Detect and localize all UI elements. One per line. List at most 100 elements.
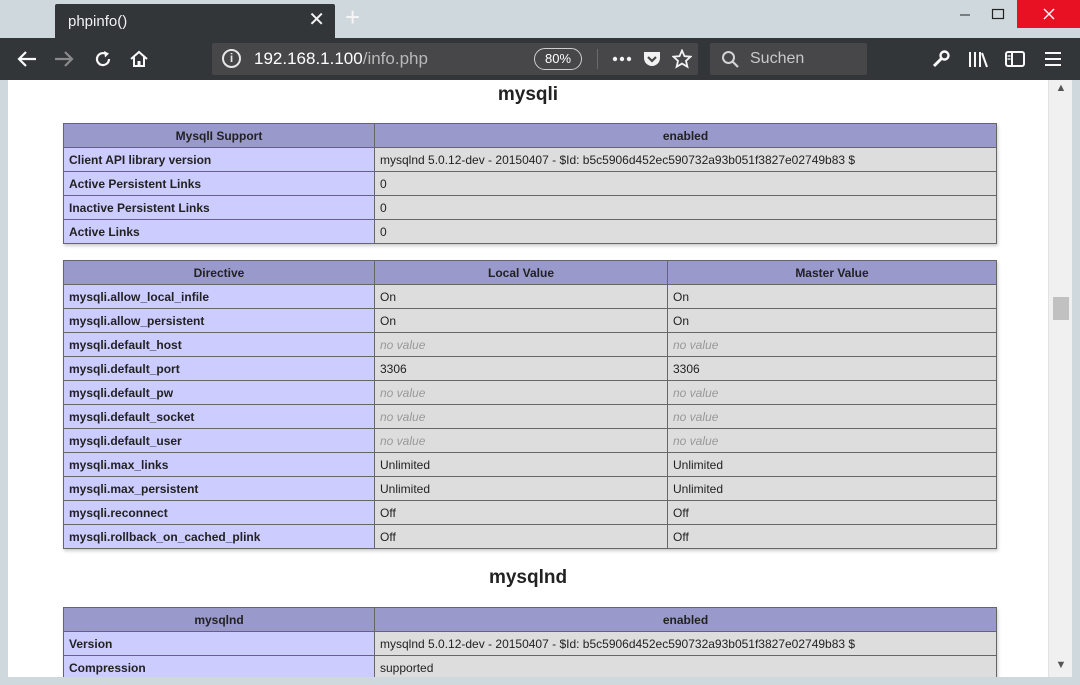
row-label: mysqli.default_host	[63, 332, 375, 357]
url-separator	[597, 49, 598, 69]
table-row: mysqli.rollback_on_cached_plink Off Off	[63, 524, 997, 549]
zoom-indicator[interactable]: 80%	[534, 48, 582, 70]
header-cell: MysqlI Support	[63, 123, 375, 148]
wrench-button[interactable]	[927, 38, 955, 80]
pocket-icon[interactable]	[640, 43, 664, 75]
section-title-mysqlnd: mysqlnd	[488, 567, 568, 588]
row-value: On	[667, 284, 997, 309]
home-button[interactable]	[122, 38, 156, 80]
header-cell: Local Value	[374, 260, 668, 285]
row-label: mysqli.rollback_on_cached_plink	[63, 524, 375, 549]
menu-button[interactable]	[1039, 38, 1067, 80]
row-value: Off	[374, 524, 668, 549]
url-path: /info.php	[362, 49, 428, 68]
header-cell: mysqlnd	[63, 607, 375, 632]
table-row: Version mysqlnd 5.0.12-dev - 20150407 - $…	[63, 631, 997, 656]
back-icon	[17, 51, 36, 67]
row-value: no value	[667, 332, 997, 357]
row-value: Off	[667, 524, 997, 549]
minimize-icon	[960, 14, 970, 16]
window-border-bottom	[0, 677, 1080, 685]
row-label: Inactive Persistent Links	[63, 195, 375, 220]
row-label: Active Links	[63, 219, 375, 244]
row-value: Off	[667, 500, 997, 525]
row-value: no value	[374, 404, 668, 429]
row-value: 3306	[667, 356, 997, 381]
row-label: mysqli.max_persistent	[63, 476, 375, 501]
table-row: Compression supported	[63, 655, 997, 677]
table-row: Active Links 0	[63, 219, 997, 244]
maximize-button[interactable]	[975, 0, 1021, 28]
table-row: mysqli.allow_local_infile On On	[63, 284, 997, 309]
sidebar-icon	[1005, 51, 1025, 67]
table-row: mysqli.allow_persistent On On	[63, 308, 997, 333]
table-row: mysqli.max_links Unlimited Unlimited	[63, 452, 997, 477]
new-tab-icon[interactable]: +	[345, 4, 360, 30]
row-value: On	[667, 308, 997, 333]
table-row: mysqli.default_pw no value no value	[63, 380, 997, 405]
mysqlnd-table: mysqlnd enabled Version mysqlnd 5.0.12-de…	[63, 607, 997, 677]
mysqli-support-table: MysqlI Support enabled Client API librar…	[63, 123, 997, 244]
table-row: mysqli.default_host no value no value	[63, 332, 997, 357]
search-placeholder: Suchen	[750, 50, 805, 67]
wrench-icon	[932, 50, 950, 68]
search-icon	[722, 51, 739, 68]
row-label: mysqli.default_port	[63, 356, 375, 381]
table-row: mysqli.default_port 3306 3306	[63, 356, 997, 381]
back-button[interactable]	[10, 38, 44, 80]
bookmark-star-icon[interactable]	[670, 43, 694, 75]
window-border-left	[0, 80, 8, 685]
reload-button[interactable]	[86, 38, 120, 80]
tab-title: phpinfo()	[68, 13, 128, 30]
maximize-icon	[991, 8, 1005, 20]
table-row: mysqli.reconnect Off Off	[63, 500, 997, 525]
library-button[interactable]	[964, 38, 992, 80]
row-value: 3306	[374, 356, 668, 381]
table-row: Inactive Persistent Links 0	[63, 195, 997, 220]
more-icon[interactable]	[610, 43, 634, 75]
row-label: Version	[63, 631, 375, 656]
url-bar[interactable]: i 192.168.1.100/info.php 80%	[212, 43, 698, 75]
section-title-mysqli: mysqli	[497, 84, 559, 105]
search-input[interactable]: Suchen	[710, 43, 867, 75]
vertical-scrollbar[interactable]: ▲ ▼	[1048, 80, 1072, 677]
scroll-down-icon[interactable]: ▼	[1049, 659, 1073, 675]
menu-icon	[1045, 52, 1061, 66]
row-value: no value	[667, 404, 997, 429]
close-window-button[interactable]	[1017, 0, 1080, 28]
row-label: mysqli.reconnect	[63, 500, 375, 525]
scroll-thumb[interactable]	[1053, 297, 1069, 320]
sidebar-button[interactable]	[1001, 38, 1029, 80]
tab-phpinfo[interactable]: phpinfo() ✕	[55, 4, 335, 38]
row-label: Client API library version	[63, 147, 375, 172]
scroll-up-icon[interactable]: ▲	[1049, 82, 1073, 98]
row-value: On	[374, 284, 668, 309]
row-value: Unlimited	[374, 476, 668, 501]
url-text[interactable]: 192.168.1.100/info.php	[254, 49, 428, 69]
row-value: no value	[667, 428, 997, 453]
mysqli-directive-table: Directive Local Value Master Value mysql…	[63, 260, 997, 549]
nav-toolbar: i 192.168.1.100/info.php 80% Suchen	[0, 38, 1080, 80]
row-label: mysqli.default_socket	[63, 404, 375, 429]
row-value: 0	[374, 171, 997, 196]
row-value: Unlimited	[667, 476, 997, 501]
row-value: no value	[374, 332, 668, 357]
info-icon[interactable]: i	[222, 49, 241, 68]
row-label: mysqli.allow_local_infile	[63, 284, 375, 309]
tab-close-icon[interactable]: ✕	[308, 10, 325, 30]
page-content: mysqli MysqlI Support enabled Client API…	[8, 80, 1048, 677]
row-label: mysqli.max_links	[63, 452, 375, 477]
header-cell: enabled	[374, 607, 997, 632]
row-value: Off	[374, 500, 668, 525]
header-cell: Master Value	[667, 260, 997, 285]
row-label: Active Persistent Links	[63, 171, 375, 196]
forward-button[interactable]	[47, 38, 81, 80]
home-icon	[130, 50, 148, 67]
forward-icon	[55, 51, 74, 67]
table-row: Client API library version mysqlnd 5.0.12…	[63, 147, 997, 172]
table-header-row: Directive Local Value Master Value	[63, 260, 997, 285]
header-cell: Directive	[63, 260, 375, 285]
row-value: no value	[374, 428, 668, 453]
row-value: no value	[374, 380, 668, 405]
title-bar: phpinfo() ✕ +	[0, 0, 1080, 38]
